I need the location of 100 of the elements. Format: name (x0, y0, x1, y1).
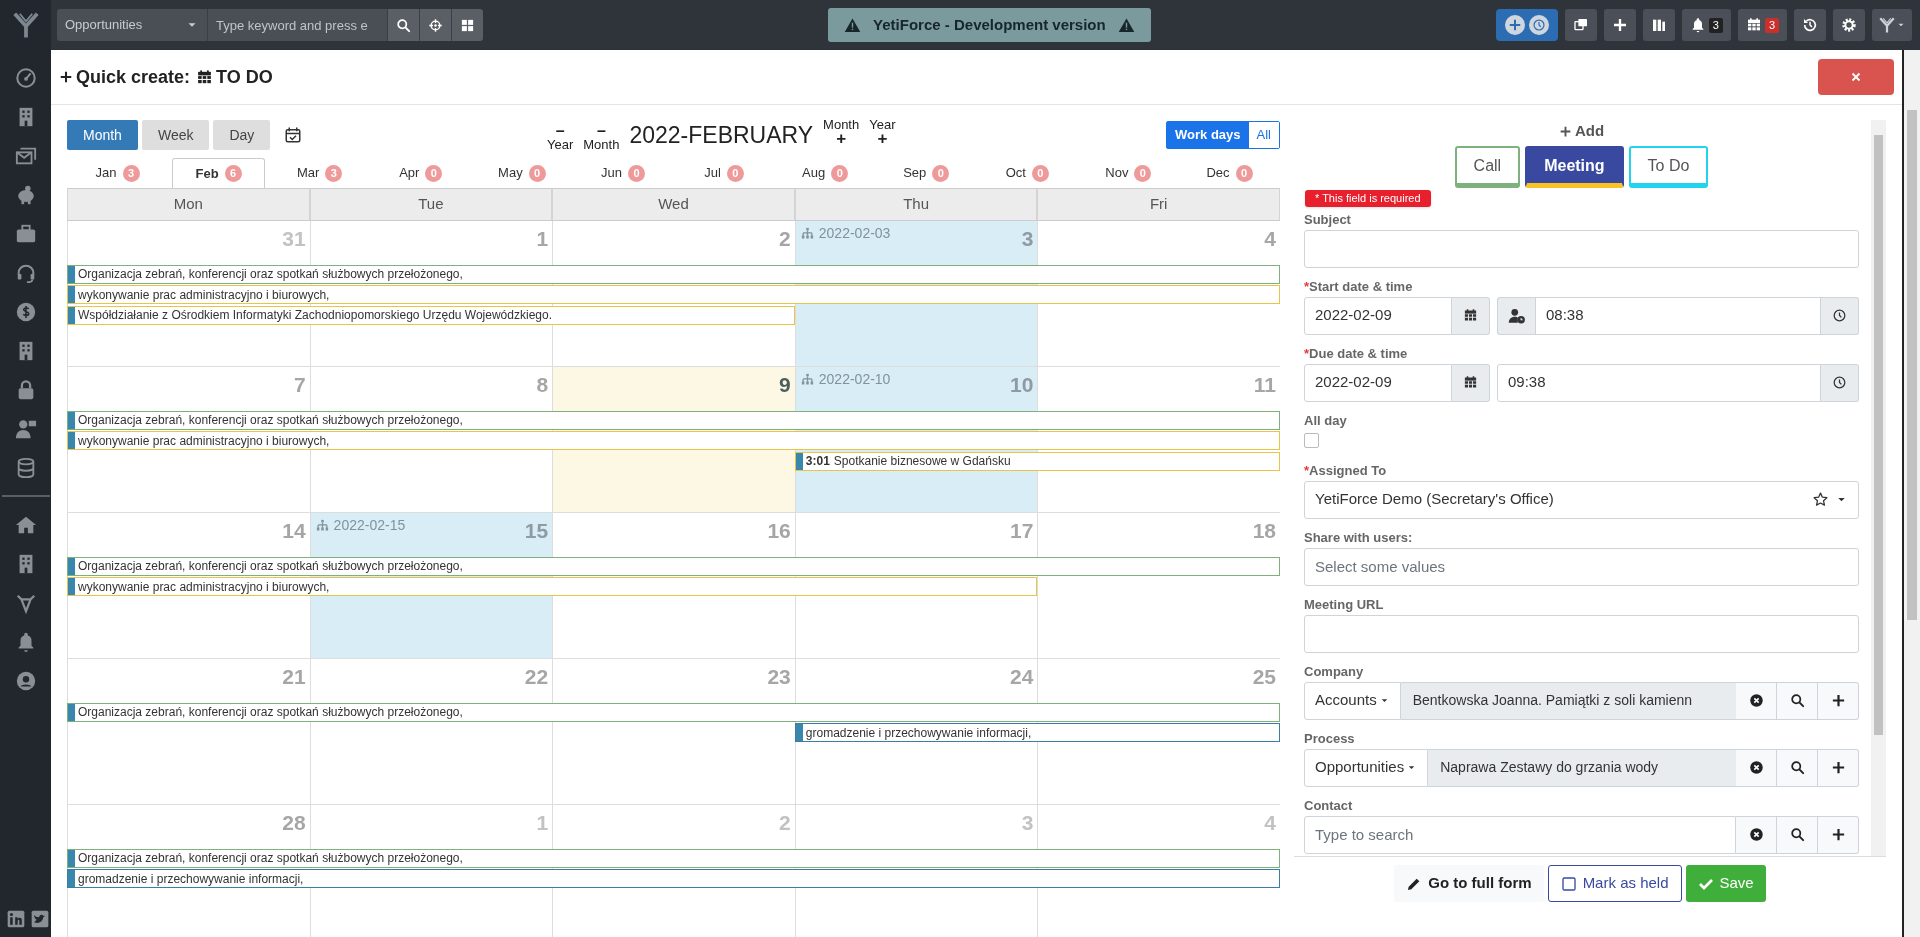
grid-icon (460, 17, 475, 33)
month-tab[interactable]: Aug 0 (778, 158, 872, 188)
full-form-button[interactable]: Go to full form (1394, 865, 1544, 902)
month-tab[interactable]: Oct 0 (980, 158, 1074, 188)
clear-button[interactable] (1736, 748, 1777, 787)
calendar-event[interactable]: wykonywanie prac administracyjno i biurowych, (67, 431, 1280, 450)
previous-period-button[interactable]: – Month (583, 124, 620, 152)
view-tab[interactable]: Week (141, 120, 210, 150)
settings-button[interactable] (1833, 9, 1865, 41)
warning-icon (1117, 16, 1135, 34)
gear-icon (1841, 17, 1857, 33)
user-icon[interactable] (14, 417, 37, 440)
clock-button[interactable] (1821, 296, 1859, 335)
calendar-event[interactable]: gromadzenie i przechowywanie informacji, (67, 869, 1280, 888)
count-badge: 0 (1031, 164, 1049, 182)
month-tab[interactable]: Dec 0 (1182, 158, 1276, 188)
briefcase-icon[interactable] (14, 222, 37, 245)
reference-field[interactable]: Naprawa Zestawy do grzania wody (1428, 748, 1736, 787)
field-label: Start date & time (1309, 277, 1413, 296)
clear-button[interactable] (1736, 681, 1777, 720)
field-label: Assigned To (1309, 461, 1387, 480)
dialog-title: Quick create: (76, 65, 191, 89)
add-button[interactable] (1603, 9, 1636, 41)
required-mark: * (1304, 461, 1310, 480)
weekday-header: Tue (309, 189, 553, 220)
required-mark: * (1304, 277, 1310, 296)
plus-icon (59, 70, 73, 84)
reference-field[interactable]: Bentkowska Joanna. Pamiątki z soli kamienn (1400, 681, 1736, 720)
notifications-button[interactable]: 3 (1681, 9, 1731, 41)
next-period-button[interactable]: Month + (823, 118, 860, 146)
input-field[interactable] (1304, 614, 1859, 653)
day-number[interactable]: 9 (779, 369, 791, 401)
calendar-button[interactable] (1452, 363, 1490, 402)
calendar-icon (1463, 375, 1478, 390)
type-tab[interactable]: Meeting (1525, 146, 1624, 188)
holiday-label: 2022-02-10 (818, 370, 891, 389)
locate-button[interactable] (419, 9, 451, 41)
holiday-label: 2022-02-15 (333, 516, 406, 535)
month-tab[interactable]: May 0 (475, 158, 569, 188)
logo-icon (1878, 16, 1896, 34)
month-tab[interactable]: Apr 0 (374, 158, 468, 188)
month-tab[interactable]: Feb 6 (172, 158, 266, 188)
bird-icon[interactable] (30, 909, 50, 929)
month-tab[interactable]: Sep 0 (879, 158, 973, 188)
history-button[interactable] (1794, 9, 1826, 41)
multi-select-field[interactable]: Select some values (1304, 547, 1859, 586)
type-tab[interactable]: To Do (1628, 146, 1709, 188)
month-tab[interactable]: Jan 3 (71, 158, 165, 188)
clock-icon (1832, 308, 1847, 323)
development-banner: YetiForce - Development version (828, 8, 1151, 42)
holiday-icon (314, 518, 330, 533)
quick-actions-button[interactable] (1495, 9, 1558, 41)
month-tab[interactable]: Mar 3 (273, 158, 367, 188)
user-time-button[interactable] (1497, 296, 1535, 335)
clock-icon (1832, 375, 1847, 390)
gauge-icon[interactable] (14, 66, 37, 89)
count-badge: 0 (1134, 164, 1152, 182)
user-icon[interactable] (14, 669, 37, 692)
search-button[interactable] (387, 9, 419, 41)
calendar-button[interactable]: 3 (1737, 9, 1787, 41)
view-tab[interactable]: Day (213, 120, 271, 150)
checkbox[interactable] (1304, 432, 1319, 448)
next-period-button[interactable]: Year + (869, 118, 896, 146)
calendar-icon (196, 68, 214, 86)
time-field[interactable]: 09:38 (1497, 363, 1821, 402)
clear-button[interactable] (1736, 815, 1777, 854)
calendar-event[interactable]: gromadzenie i przechowywanie informacji, (794, 723, 1280, 742)
calendar-event[interactable]: wykonywanie prac administracyjno i biurowych, (67, 577, 1038, 596)
books-button[interactable] (1642, 9, 1675, 41)
dollar-icon[interactable] (14, 300, 37, 323)
user-menu-button[interactable] (1872, 9, 1912, 41)
module-select[interactable]: Opportunities (57, 9, 207, 41)
type-tab[interactable]: Call (1454, 146, 1521, 188)
date-field[interactable]: 2022-02-09 (1304, 296, 1452, 335)
windows-button[interactable] (1564, 9, 1597, 41)
month-tab[interactable]: Nov 0 (1081, 158, 1175, 188)
reference-field[interactable]: Type to search (1304, 815, 1736, 854)
previous-period-button[interactable]: – Year (547, 124, 574, 152)
calendar-button[interactable] (1452, 296, 1490, 335)
plus-icon (1830, 693, 1846, 708)
module-dropdown[interactable]: Accounts (1304, 681, 1401, 720)
month-tab[interactable]: Jun 0 (576, 158, 670, 188)
time-field[interactable]: 08:38 (1535, 296, 1821, 335)
error-tooltip: * This field is required (1305, 190, 1431, 207)
input-field[interactable] (1304, 229, 1859, 268)
select-field[interactable]: YetiForce Demo (Secretary's Office) (1304, 480, 1859, 519)
module-dropdown[interactable]: Opportunities (1304, 748, 1429, 787)
field-label: Contact (1304, 796, 1353, 815)
search-field[interactable]: Type keyword and press e (207, 9, 387, 41)
grid-button[interactable] (451, 9, 483, 41)
square-logo-icon[interactable] (6, 909, 26, 929)
day-filter-tab[interactable]: Work days (1167, 122, 1249, 148)
date-field[interactable]: 2022-02-09 (1304, 363, 1452, 402)
view-tab[interactable]: Month (67, 120, 138, 150)
star-icon[interactable] (1812, 491, 1829, 508)
month-tab[interactable]: Jul 0 (677, 158, 771, 188)
clock-button[interactable] (1821, 363, 1859, 402)
mark-held-button[interactable]: Mark as held (1547, 865, 1682, 902)
calendar-event[interactable]: wykonywanie prac administracyjno i biurowych, (67, 285, 1280, 304)
count-badge: 0 (528, 164, 546, 182)
